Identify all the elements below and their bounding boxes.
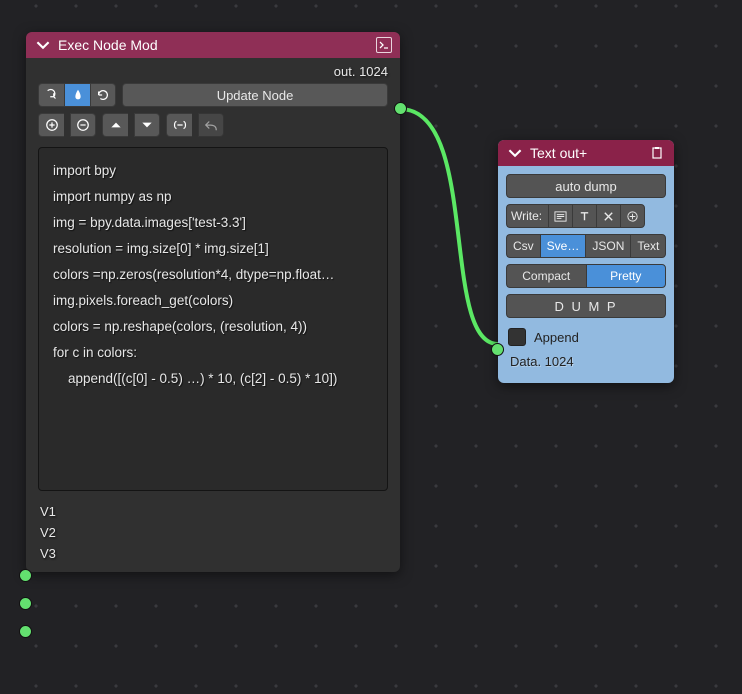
tool-row-1: Update Node: [26, 83, 400, 113]
output-socket-row: out. 1024: [26, 58, 400, 83]
input-row-v2: V2: [26, 522, 400, 543]
append-label: Append: [534, 330, 579, 345]
remove-icon[interactable]: [70, 113, 96, 137]
write-target-text-icon[interactable]: [548, 204, 572, 228]
refresh-icon[interactable]: [90, 83, 116, 107]
write-target-row: Write:: [506, 204, 666, 228]
input-row-v1: V1: [26, 501, 400, 522]
input-socket-v3[interactable]: [19, 625, 32, 638]
tool-row-2: [26, 113, 400, 147]
code-line: img.pixels.foreach_get(colors): [53, 293, 233, 308]
code-line: import numpy as np: [53, 189, 172, 204]
format-csv[interactable]: Csv: [506, 234, 540, 258]
code-line: colors =np.zeros(resolution*4, dtype=np.…: [53, 267, 334, 282]
code-editor[interactable]: import bpy import numpy as np img = bpy.…: [38, 147, 388, 491]
clipboard-icon[interactable]: [648, 144, 666, 162]
style-row: Compact Pretty: [506, 264, 666, 288]
script-link-icon[interactable]: [166, 113, 192, 137]
style-compact[interactable]: Compact: [506, 264, 586, 288]
data-socket-row: Data. 1024: [506, 350, 666, 375]
input-label: V1: [40, 504, 56, 519]
update-node-button[interactable]: Update Node: [122, 83, 388, 107]
loop-icon[interactable]: [38, 83, 64, 107]
write-target-add-icon[interactable]: [620, 204, 645, 228]
textout-header[interactable]: Text out+: [498, 140, 674, 166]
input-socket-v2[interactable]: [19, 597, 32, 610]
write-target-clear-icon[interactable]: [596, 204, 620, 228]
dump-button[interactable]: D U M P: [506, 294, 666, 318]
textout-title: Text out+: [530, 145, 642, 161]
format-sver[interactable]: Sve…: [540, 234, 586, 258]
write-label: Write:: [506, 204, 548, 228]
code-line: import bpy: [53, 163, 116, 178]
exec-node-title: Exec Node Mod: [58, 37, 370, 53]
code-line: resolution = img.size[0] * img.size[1]: [53, 241, 269, 256]
undo-icon[interactable]: [198, 113, 224, 137]
format-text[interactable]: Text: [630, 234, 666, 258]
code-line: for c in colors:: [53, 345, 137, 360]
collapse-chevron-icon[interactable]: [34, 36, 52, 54]
exec-node-mod: Exec Node Mod out. 1024 Update Node: [26, 32, 400, 572]
terminal-icon[interactable]: [376, 37, 392, 53]
code-line: colors = np.reshape(colors, (resolution,…: [53, 319, 307, 334]
input-label: V2: [40, 525, 56, 540]
text-out-node: Text out+ auto dump Write: Csv Sve… JSON: [498, 140, 674, 383]
data-input-socket[interactable]: [491, 343, 504, 356]
append-checkbox[interactable]: [508, 328, 526, 346]
format-json[interactable]: JSON: [585, 234, 630, 258]
input-socket-v1[interactable]: [19, 569, 32, 582]
exec-node-header[interactable]: Exec Node Mod: [26, 32, 400, 58]
code-line: append([(c[0] - 0.5) …) * 10, (c[2] - 0.…: [53, 371, 337, 386]
move-up-icon[interactable]: [102, 113, 128, 137]
input-label: V3: [40, 546, 56, 561]
append-row: Append: [506, 324, 666, 350]
collapse-chevron-icon[interactable]: [506, 144, 524, 162]
droplet-icon[interactable]: [64, 83, 90, 107]
style-pretty[interactable]: Pretty: [586, 264, 667, 288]
write-target-t-icon[interactable]: [572, 204, 596, 228]
format-row: Csv Sve… JSON Text: [506, 234, 666, 258]
code-line: img = bpy.data.images['test-3.3']: [53, 215, 246, 230]
move-down-icon[interactable]: [134, 113, 160, 137]
input-row-v3: V3: [26, 543, 400, 564]
output-socket[interactable]: [394, 102, 407, 115]
add-icon[interactable]: [38, 113, 64, 137]
auto-dump-button[interactable]: auto dump: [506, 174, 666, 198]
data-socket-label: Data. 1024: [510, 354, 574, 369]
output-socket-label: out. 1024: [334, 64, 388, 79]
